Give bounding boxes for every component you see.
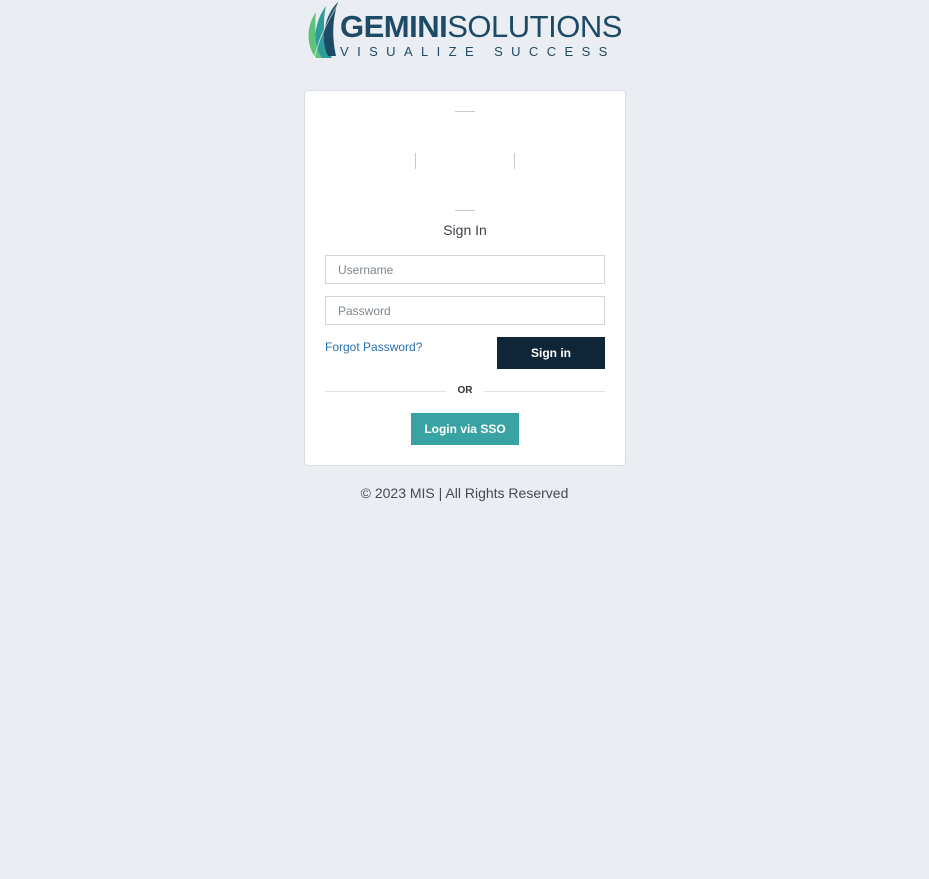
password-input[interactable]: [325, 296, 605, 325]
divider-right: [484, 391, 605, 392]
sso-login-button[interactable]: Login via SSO: [411, 413, 519, 445]
brand-tagline: VISUALIZE SUCCESS: [340, 44, 616, 59]
divider-left: [325, 391, 446, 392]
brand-name: GEMINISOLUTIONS: [340, 10, 622, 44]
login-page: GEMINISOLUTIONS VISUALIZE SUCCESS Sign I…: [0, 0, 929, 879]
company-logo: GEMINISOLUTIONS VISUALIZE SUCCESS: [304, 0, 626, 62]
sign-in-button[interactable]: Sign in: [497, 337, 605, 369]
or-separator: OR: [457, 385, 473, 396]
copyright-footer: © 2023 MIS | All Rights Reserved: [360, 485, 569, 501]
brand-name-rest: SOLUTIONS: [447, 9, 622, 44]
brand-name-bold: GEMINI: [340, 9, 448, 44]
username-input[interactable]: [325, 255, 605, 284]
user-avatar-placeholder-icon: [415, 111, 515, 211]
login-card: Sign In Forgot Password? Sign in OR Logi…: [304, 90, 626, 466]
forgot-password-link[interactable]: Forgot Password?: [325, 340, 422, 354]
feather-leaf-icon: [308, 2, 339, 61]
sign-in-title: Sign In: [443, 222, 487, 238]
